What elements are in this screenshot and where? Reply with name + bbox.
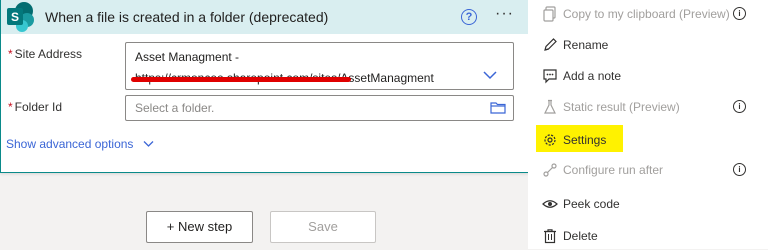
- menu-item-static-result[interactable]: Static result (Preview) i: [528, 93, 768, 121]
- note-icon: [542, 68, 558, 84]
- gear-icon: [542, 132, 558, 148]
- info-icon[interactable]: i: [733, 7, 746, 20]
- site-address-label: * Site Address: [8, 47, 83, 61]
- menu-item-label: Static result (Preview): [563, 100, 680, 114]
- required-marker: *: [8, 47, 13, 61]
- folder-id-label: * Folder Id: [8, 100, 63, 114]
- menu-item-label: Configure run after: [563, 163, 664, 177]
- menu-item-label: Delete: [563, 229, 598, 243]
- required-marker: *: [8, 100, 13, 114]
- menu-item-settings[interactable]: Settings: [528, 126, 768, 154]
- sharepoint-logo-letter: S: [11, 10, 19, 24]
- new-step-button[interactable]: + New step: [146, 211, 253, 243]
- info-icon[interactable]: i: [733, 163, 746, 176]
- menu-item-copy-to-clipboard[interactable]: Copy to my clipboard (Preview) i: [528, 0, 768, 28]
- menu-item-label: Copy to my clipboard (Preview): [563, 7, 730, 21]
- menu-item-label: Settings: [563, 133, 607, 147]
- chevron-down-icon[interactable]: [143, 137, 154, 151]
- site-address-value: Asset Managment -: [135, 50, 240, 64]
- trigger-title[interactable]: When a file is created in a folder (depr…: [45, 9, 328, 25]
- save-button[interactable]: Save: [270, 211, 376, 243]
- redaction-mark: [131, 77, 351, 82]
- menu-item-peek-code[interactable]: Peek code: [528, 190, 768, 218]
- site-address-field[interactable]: Asset Managment - https://crmoncee.share…: [125, 42, 514, 90]
- more-options-icon[interactable]: ···: [495, 5, 514, 23]
- folder-id-field[interactable]: Select a folder.: [125, 95, 514, 121]
- menu-item-label: Add a note: [563, 69, 622, 83]
- copy-icon: [542, 6, 558, 22]
- menu-item-rename[interactable]: Rename: [528, 31, 768, 59]
- show-advanced-options-link[interactable]: Show advanced options: [6, 137, 154, 151]
- trash-icon: [542, 228, 558, 244]
- folder-id-placeholder: Select a folder.: [135, 101, 215, 115]
- menu-item-delete[interactable]: Delete: [528, 222, 768, 250]
- menu-item-label: Rename: [563, 38, 609, 52]
- trigger-card-header[interactable]: S When a file is created in a folder (de…: [1, 0, 528, 34]
- menu-item-add-a-note[interactable]: Add a note: [528, 62, 768, 90]
- folder-icon[interactable]: [490, 101, 506, 119]
- menu-item-label: Peek code: [563, 197, 620, 211]
- context-menu: Copy to my clipboard (Preview) i Rename …: [528, 0, 768, 249]
- info-icon[interactable]: i: [733, 100, 746, 113]
- flask-icon: [542, 99, 558, 115]
- trigger-card: S When a file is created in a folder (de…: [0, 0, 529, 173]
- run-after-icon: [542, 162, 558, 178]
- chevron-down-icon[interactable]: [483, 67, 497, 85]
- pencil-icon: [542, 37, 558, 53]
- help-icon[interactable]: ?: [461, 9, 477, 25]
- eye-icon: [542, 196, 558, 212]
- menu-item-configure-run-after[interactable]: Configure run after i: [528, 156, 768, 184]
- sharepoint-icon: S: [5, 0, 35, 34]
